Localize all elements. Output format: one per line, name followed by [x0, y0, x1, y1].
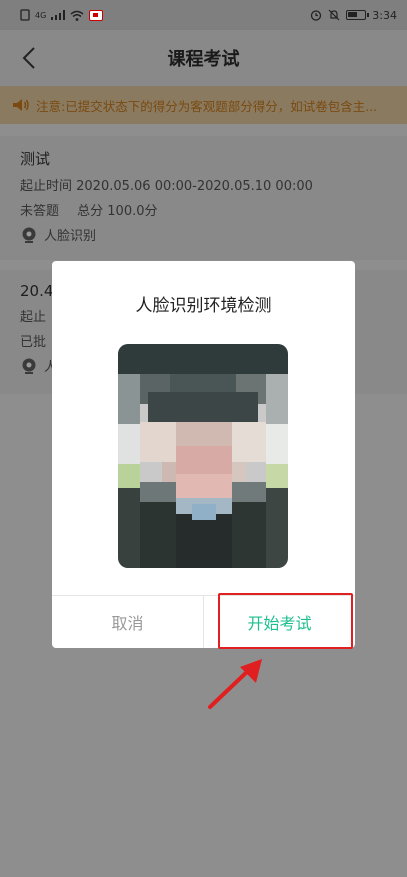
exam-status: 未答题 — [20, 204, 60, 219]
screen-record-icon — [89, 9, 104, 21]
start-exam-button[interactable]: 开始考试 — [204, 596, 355, 648]
exam-status-row: 未答题 总分 100.0分 — [20, 200, 387, 219]
exam-title: 测试 — [20, 150, 51, 168]
webcam-icon — [22, 227, 36, 243]
webcam-icon — [22, 358, 36, 374]
face-check-dialog: 人脸识别环境检测 取消 开始考试 — [52, 261, 355, 648]
status-right: 3:34 — [310, 9, 397, 22]
mute-bell-icon — [328, 9, 340, 21]
signal-icon — [51, 10, 66, 20]
exam-card[interactable]: 测试 起止时间 2020.05.06 00:00-2020.05.10 00:0… — [0, 136, 407, 260]
back-arrow-icon[interactable] — [18, 44, 42, 72]
status-bar: 4G 3:34 — [0, 0, 407, 30]
face-recognition-row: 人脸识别 — [20, 225, 387, 244]
cancel-button[interactable]: 取消 — [52, 596, 203, 648]
network-type: 4G — [35, 10, 47, 20]
speaker-icon — [13, 99, 29, 111]
dialog-title: 人脸识别环境检测 — [135, 296, 272, 316]
exam-total: 总分 100.0分 — [77, 204, 158, 219]
notice-text: 注意:已提交状态下的得分为客观题部分得分，如试卷包含主... — [36, 98, 378, 114]
page-title: 课程考试 — [167, 49, 240, 70]
pointer-arrow-icon — [208, 659, 262, 709]
notice-banner: 注意:已提交状态下的得分为客观题部分得分，如试卷包含主... — [0, 86, 407, 124]
battery-icon — [346, 10, 370, 20]
camera-preview — [118, 344, 288, 568]
status-left: 4G — [20, 9, 104, 21]
exam-period: 起止时间 2020.05.06 00:00-2020.05.10 00:00 — [20, 179, 313, 194]
pixelated-face-image — [118, 344, 288, 568]
clock: 3:34 — [372, 8, 397, 22]
sim-card-icon — [20, 9, 30, 21]
nav-bar: 课程考试 — [0, 30, 407, 86]
wifi-icon — [70, 10, 84, 21]
alarm-icon — [311, 10, 322, 21]
face-label: 人脸识别 — [44, 229, 97, 244]
